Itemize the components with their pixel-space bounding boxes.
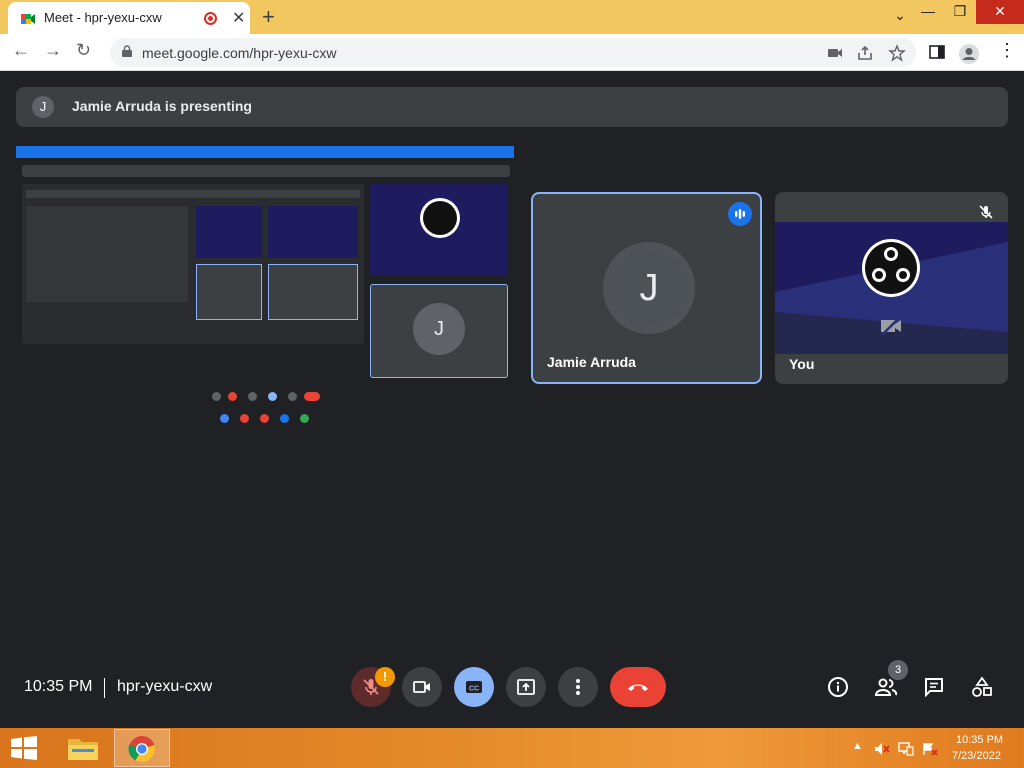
shared-window-titlebar bbox=[16, 146, 514, 158]
camera-off-icon bbox=[881, 316, 901, 336]
present-screen-icon bbox=[517, 679, 535, 695]
close-tab-icon[interactable]: ✕ bbox=[232, 8, 245, 28]
participant-tile-you[interactable]: You bbox=[775, 192, 1008, 384]
lock-icon bbox=[122, 45, 132, 57]
volume-muted-icon[interactable] bbox=[874, 742, 890, 756]
chat-icon[interactable] bbox=[923, 676, 945, 698]
recording-icon bbox=[204, 12, 217, 25]
obs-logo-icon bbox=[862, 239, 920, 297]
present-now-button[interactable] bbox=[506, 667, 546, 707]
address-bar[interactable]: meet.google.com/hpr-yexu-cxw bbox=[110, 38, 916, 67]
network-icon[interactable] bbox=[898, 742, 914, 756]
share-icon[interactable] bbox=[856, 44, 874, 62]
restore-button[interactable]: ❐ bbox=[944, 0, 976, 24]
close-window-button[interactable]: ✕ bbox=[976, 0, 1024, 24]
new-tab-button[interactable]: + bbox=[262, 4, 275, 30]
show-hidden-icons-icon[interactable]: ▲ bbox=[852, 740, 863, 752]
camera-button[interactable] bbox=[402, 667, 442, 707]
captions-button[interactable]: CC bbox=[454, 667, 494, 707]
reload-icon[interactable]: ↻ bbox=[76, 40, 91, 61]
windows-start-icon[interactable] bbox=[10, 736, 38, 760]
chrome-menu-icon[interactable]: ⋮ bbox=[998, 40, 1016, 61]
browser-tab[interactable]: Meet - hpr-yexu-cxw ✕ bbox=[8, 2, 250, 34]
meeting-details-icon[interactable] bbox=[827, 676, 849, 698]
taskbar-clock-time[interactable]: 10:35 PM bbox=[956, 734, 1003, 746]
bookmark-star-icon[interactable] bbox=[888, 44, 906, 62]
side-panel-icon[interactable] bbox=[928, 43, 946, 61]
shared-you-tile bbox=[370, 184, 508, 276]
google-meet-icon bbox=[21, 14, 35, 24]
end-call-icon bbox=[628, 684, 648, 691]
chrome-icon bbox=[128, 736, 155, 763]
presentation-screen[interactable]: J bbox=[16, 146, 514, 428]
profile-icon[interactable] bbox=[958, 43, 980, 65]
divider bbox=[104, 678, 105, 698]
activities-icon[interactable] bbox=[971, 676, 993, 698]
speaking-indicator-icon bbox=[728, 202, 752, 226]
tab-title: Meet - hpr-yexu-cxw bbox=[44, 10, 162, 25]
shared-presenting-banner bbox=[22, 165, 510, 177]
action-center-icon[interactable] bbox=[922, 742, 938, 756]
shared-nested-screen bbox=[22, 184, 364, 344]
video-camera-icon bbox=[413, 681, 430, 693]
url-text: meet.google.com/hpr-yexu-cxw bbox=[142, 45, 337, 61]
participant-name: Jamie Arruda bbox=[547, 354, 636, 370]
mic-alert-badge: ! bbox=[375, 667, 395, 687]
camera-in-use-icon[interactable] bbox=[826, 44, 844, 62]
browser-tabstrip: Meet - hpr-yexu-cxw ✕ + ⌄ — ❐ ✕ bbox=[0, 0, 1024, 34]
chrome-taskbar-button[interactable] bbox=[114, 729, 170, 767]
svg-text:CC: CC bbox=[469, 686, 479, 693]
windows-taskbar: ▲ 10:35 PM 7/23/2022 bbox=[0, 728, 1024, 768]
file-explorer-taskbar-button[interactable] bbox=[58, 729, 114, 767]
browser-toolbar: ← → ↻ meet.google.com/hpr-yexu-cxw ⋮ bbox=[0, 34, 1024, 71]
minimize-button[interactable]: — bbox=[912, 0, 944, 24]
participant-tile-jamie[interactable]: J Jamie Arruda bbox=[531, 192, 762, 384]
presenting-text: Jamie Arruda is presenting bbox=[72, 98, 252, 114]
presenting-banner: J Jamie Arruda is presenting bbox=[16, 87, 1008, 127]
shared-jamie-tile: J bbox=[370, 284, 508, 378]
presenter-avatar: J bbox=[32, 96, 54, 118]
self-video bbox=[775, 222, 1008, 354]
participant-name: You bbox=[789, 356, 815, 372]
more-vert-icon bbox=[576, 679, 580, 695]
taskbar-clock-date[interactable]: 7/23/2022 bbox=[952, 750, 1001, 762]
meeting-code: hpr-yexu-cxw bbox=[117, 678, 213, 695]
avatar: J bbox=[611, 250, 687, 326]
leave-call-button[interactable] bbox=[610, 667, 666, 707]
mic-off-icon bbox=[979, 205, 993, 219]
meeting-time: 10:35 PM bbox=[24, 678, 93, 695]
folder-icon bbox=[68, 739, 98, 760]
people-count-badge: 3 bbox=[888, 660, 908, 680]
more-options-button[interactable] bbox=[558, 667, 598, 707]
back-icon[interactable]: ← bbox=[12, 40, 30, 61]
forward-icon[interactable]: → bbox=[44, 40, 62, 61]
closed-captions-icon: CC bbox=[466, 681, 482, 693]
